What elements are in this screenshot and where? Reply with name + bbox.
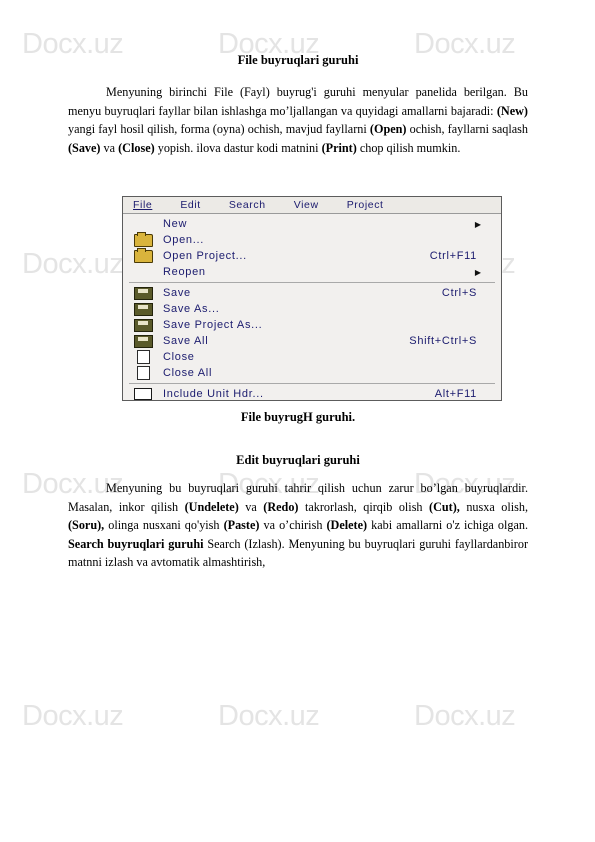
menu-item-label: Include Unit Hdr... <box>163 388 264 400</box>
menu-item-reopen[interactable]: Reopen ▶ <box>123 264 501 280</box>
menu-item-label: Save As... <box>163 303 220 315</box>
floppy-disk-icon <box>123 286 163 300</box>
menu-item-label: Save All <box>163 335 209 347</box>
menu-item-label: Save Project As... <box>163 319 263 331</box>
para1-run-1: (New) <box>496 103 528 118</box>
file-dropdown-menu[interactable]: New ▶ Open... Open Project... Ctrl+F11 Reopen… <box>123 214 501 400</box>
document-page-icon <box>123 366 163 380</box>
submenu-arrow-icon: ▶ <box>474 267 481 277</box>
menu-item-label: Close All <box>163 367 213 379</box>
page-title: File buyruqlari guruhi <box>237 53 359 67</box>
para2-run-3: (Redo) <box>263 499 299 514</box>
document-page-icon <box>123 350 163 364</box>
menu-item-open-project[interactable]: Open Project... Ctrl+F11 <box>123 247 501 264</box>
folder-icon <box>123 231 163 247</box>
para1-run-4: ochish, fayllarni saqlash <box>406 122 528 137</box>
submenu-arrow-icon: ▶ <box>474 219 481 229</box>
menu-item-include-unit-hdr[interactable]: Include Unit Hdr... Alt+F11 <box>123 386 501 400</box>
folder-icon <box>123 247 163 263</box>
para2-run-12: kabi amallarni o'z ichiga olgan. <box>367 518 529 533</box>
menubar-item-edit[interactable]: Edit <box>180 199 201 211</box>
menubar-item-file[interactable]: File <box>133 199 152 211</box>
menubar-item-project[interactable]: Project <box>347 199 384 211</box>
para2-run-13: Search buyruqlari guruhi <box>68 536 204 551</box>
menu-item-shortcut: Ctrl+S <box>441 287 477 299</box>
menu-item-label: New <box>163 218 188 230</box>
floppy-disk-icon-glyph <box>133 286 153 300</box>
para2-run-5: (Cut), <box>429 499 460 514</box>
watermark-3: Docx.uz <box>22 248 124 280</box>
para1-run-2: yangi fayl hosil qilish, forma (oyna) oc… <box>68 122 370 137</box>
menubar-item-view[interactable]: View <box>294 199 319 211</box>
para1-run-10: chop qilish mumkin. <box>356 140 461 155</box>
header-file-icon-glyph <box>134 388 152 400</box>
menu-item-shortcut: Alt+F11 <box>434 388 477 400</box>
menu-item-save-as[interactable]: Save As... <box>123 301 501 317</box>
menu-item-close[interactable]: Close <box>123 349 501 365</box>
para2-run-6: nusxa olish, <box>459 499 529 514</box>
menu-item-shortcut: Shift+Ctrl+S <box>409 335 477 347</box>
watermark-11: Docx.uz <box>414 700 516 732</box>
para1-run-8: yopish. ilova dastur kodi matnini <box>154 140 322 155</box>
floppy-disk-icon-glyph <box>133 318 153 332</box>
folder-icon-glyph <box>133 231 153 247</box>
menu-separator <box>129 282 495 283</box>
menu-item-label: Save <box>163 287 191 299</box>
floppy-disk-icon-glyph <box>133 302 153 316</box>
para1-run-5: (Save) <box>68 140 101 155</box>
menu-item-label: Close <box>163 351 195 363</box>
document-page-icon-glyph <box>136 366 150 380</box>
paragraph-file-group: Menyuning birinchi File (Fayl) buyrug'i … <box>68 83 528 157</box>
para2-run-10: va o’chirish <box>259 518 327 533</box>
menu-item-save-all[interactable]: Save All Shift+Ctrl+S <box>123 333 501 349</box>
header-file-icon <box>123 388 163 400</box>
heading-edit-group: Edit buyruqlari guruhi <box>236 453 360 467</box>
watermark-9: Docx.uz <box>22 700 124 732</box>
para2-run-2: va <box>238 499 264 514</box>
menu-item-label: Reopen <box>163 266 206 278</box>
paragraph-edit-group: Menyuning bu buyruqlari guruhi tahrir qi… <box>68 479 528 572</box>
menu-separator <box>129 383 495 384</box>
floppy-disk-icon <box>123 334 163 348</box>
menu-bar[interactable]: File Edit Search View Project <box>123 197 501 214</box>
menu-item-save[interactable]: Save Ctrl+S <box>123 285 501 301</box>
para1-run-6: va <box>100 140 119 155</box>
figure-caption: File buyrugH guruhi. <box>240 410 356 424</box>
menubar-item-search[interactable]: Search <box>229 199 266 211</box>
menu-item-save-project-as[interactable]: Save Project As... <box>123 317 501 333</box>
menu-item-label: Open... <box>163 234 204 246</box>
para2-run-4: takrorlash, qirqib olish <box>298 499 430 514</box>
para1-run-3: (Open) <box>369 122 407 137</box>
para2-run-7: (Soru), <box>68 518 105 533</box>
file-menu-screenshot: File Edit Search View Project New ▶ Open... Ope… <box>122 196 502 401</box>
menu-item-open[interactable]: Open... <box>123 231 501 248</box>
watermark-10: Docx.uz <box>218 700 320 732</box>
menu-item-close-all[interactable]: Close All <box>123 365 501 381</box>
para1-run-9: (Print) <box>321 140 357 155</box>
menu-item-new[interactable]: New ▶ <box>123 216 501 232</box>
document-page-icon-glyph <box>136 350 150 364</box>
folder-icon-glyph <box>133 247 153 263</box>
menu-item-shortcut: Ctrl+F11 <box>429 250 477 262</box>
para1-run-0: Menyuning birinchi File (Fayl) buyrug'i … <box>68 85 528 118</box>
para1-run-7: (Close) <box>118 140 155 155</box>
para2-run-9: (Paste) <box>223 518 260 533</box>
para2-run-8: olinga nusxani qo'yish <box>104 518 224 533</box>
floppy-disk-icon <box>123 318 163 332</box>
floppy-disk-icon-glyph <box>133 334 153 348</box>
floppy-disk-icon <box>123 302 163 316</box>
menu-item-label: Open Project... <box>163 250 247 262</box>
para2-run-1: (Undelete) <box>184 499 239 514</box>
para2-run-11: (Delete) <box>326 518 368 533</box>
